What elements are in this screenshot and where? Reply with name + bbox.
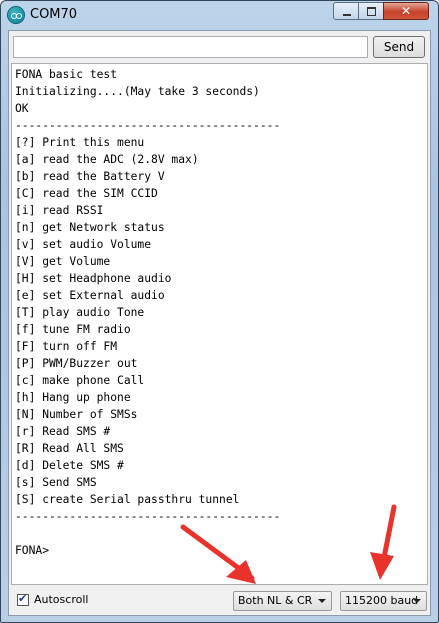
client-area: Send FONA basic test Initializing....(May… [8, 30, 431, 616]
console-line: [i] read RSSI [15, 204, 104, 217]
line-ending-value: Both NL & CR [238, 594, 313, 607]
console-line: [P] PWM/Buzzer out [15, 357, 138, 370]
console-line: [S] create Serial passthru tunnel [15, 493, 240, 506]
baud-rate-select[interactable]: 115200 baud [340, 591, 427, 611]
console-line: Initializing....(May take 3 seconds) [15, 85, 260, 98]
line-ending-select[interactable]: Both NL & CR [233, 591, 332, 611]
console-line: [r] Read SMS # [15, 425, 111, 438]
console-line: --------------------------------------- [15, 510, 281, 523]
console-line: [v] set audio Volume [15, 238, 152, 251]
arduino-logo-icon [8, 7, 24, 23]
console-line: [a] read the ADC (2.8V max) [15, 153, 199, 166]
console-line: [?] Print this menu [15, 136, 145, 149]
close-button[interactable] [383, 2, 429, 20]
serial-monitor-window: COM70 Send FONA basic test Initializing..… [0, 0, 439, 623]
console-line: OK [15, 102, 29, 115]
send-input[interactable] [13, 36, 368, 58]
chevron-down-icon [318, 599, 326, 603]
serial-output-console[interactable]: FONA basic test Initializing....(May take… [11, 63, 428, 585]
console-line: [e] set External audio [15, 289, 165, 302]
console-line: [h] Hang up phone [15, 391, 131, 404]
console-line: [s] Send SMS [15, 476, 97, 489]
console-line: --------------------------------------- [15, 119, 281, 132]
console-line: [n] get Network status [15, 221, 165, 234]
console-line: FONA basic test [15, 68, 118, 81]
console-line: [C] read the SIM CCID [15, 187, 158, 200]
console-line: [T] play audio Tone [15, 306, 145, 319]
chevron-down-icon [413, 599, 421, 603]
console-line: [V] get Volume [15, 255, 111, 268]
console-line: [H] set Headphone audio [15, 272, 172, 285]
title-bar: COM70 [1, 1, 438, 29]
console-line: [d] Delete SMS # [15, 459, 124, 472]
console-line: [f] tune FM radio [15, 323, 131, 336]
window-title: COM70 [30, 7, 78, 22]
maximize-button[interactable] [358, 2, 384, 20]
console-line: [N] Number of SMSs [15, 408, 138, 421]
autoscroll-label: Autoscroll [34, 593, 89, 606]
console-line: FONA> [15, 544, 50, 557]
autoscroll-checkbox[interactable] [17, 592, 29, 606]
send-button[interactable]: Send [373, 36, 425, 58]
status-bar: Autoscroll Both NL & CR 115200 baud [9, 585, 430, 615]
console-line: [R] Read All SMS [15, 442, 124, 455]
baud-rate-value: 115200 baud [345, 594, 419, 607]
console-line: [F] turn off FM [15, 340, 118, 353]
minimize-button[interactable] [333, 2, 359, 20]
console-line: [b] read the Battery V [15, 170, 165, 183]
console-line: [c] make phone Call [15, 374, 145, 387]
